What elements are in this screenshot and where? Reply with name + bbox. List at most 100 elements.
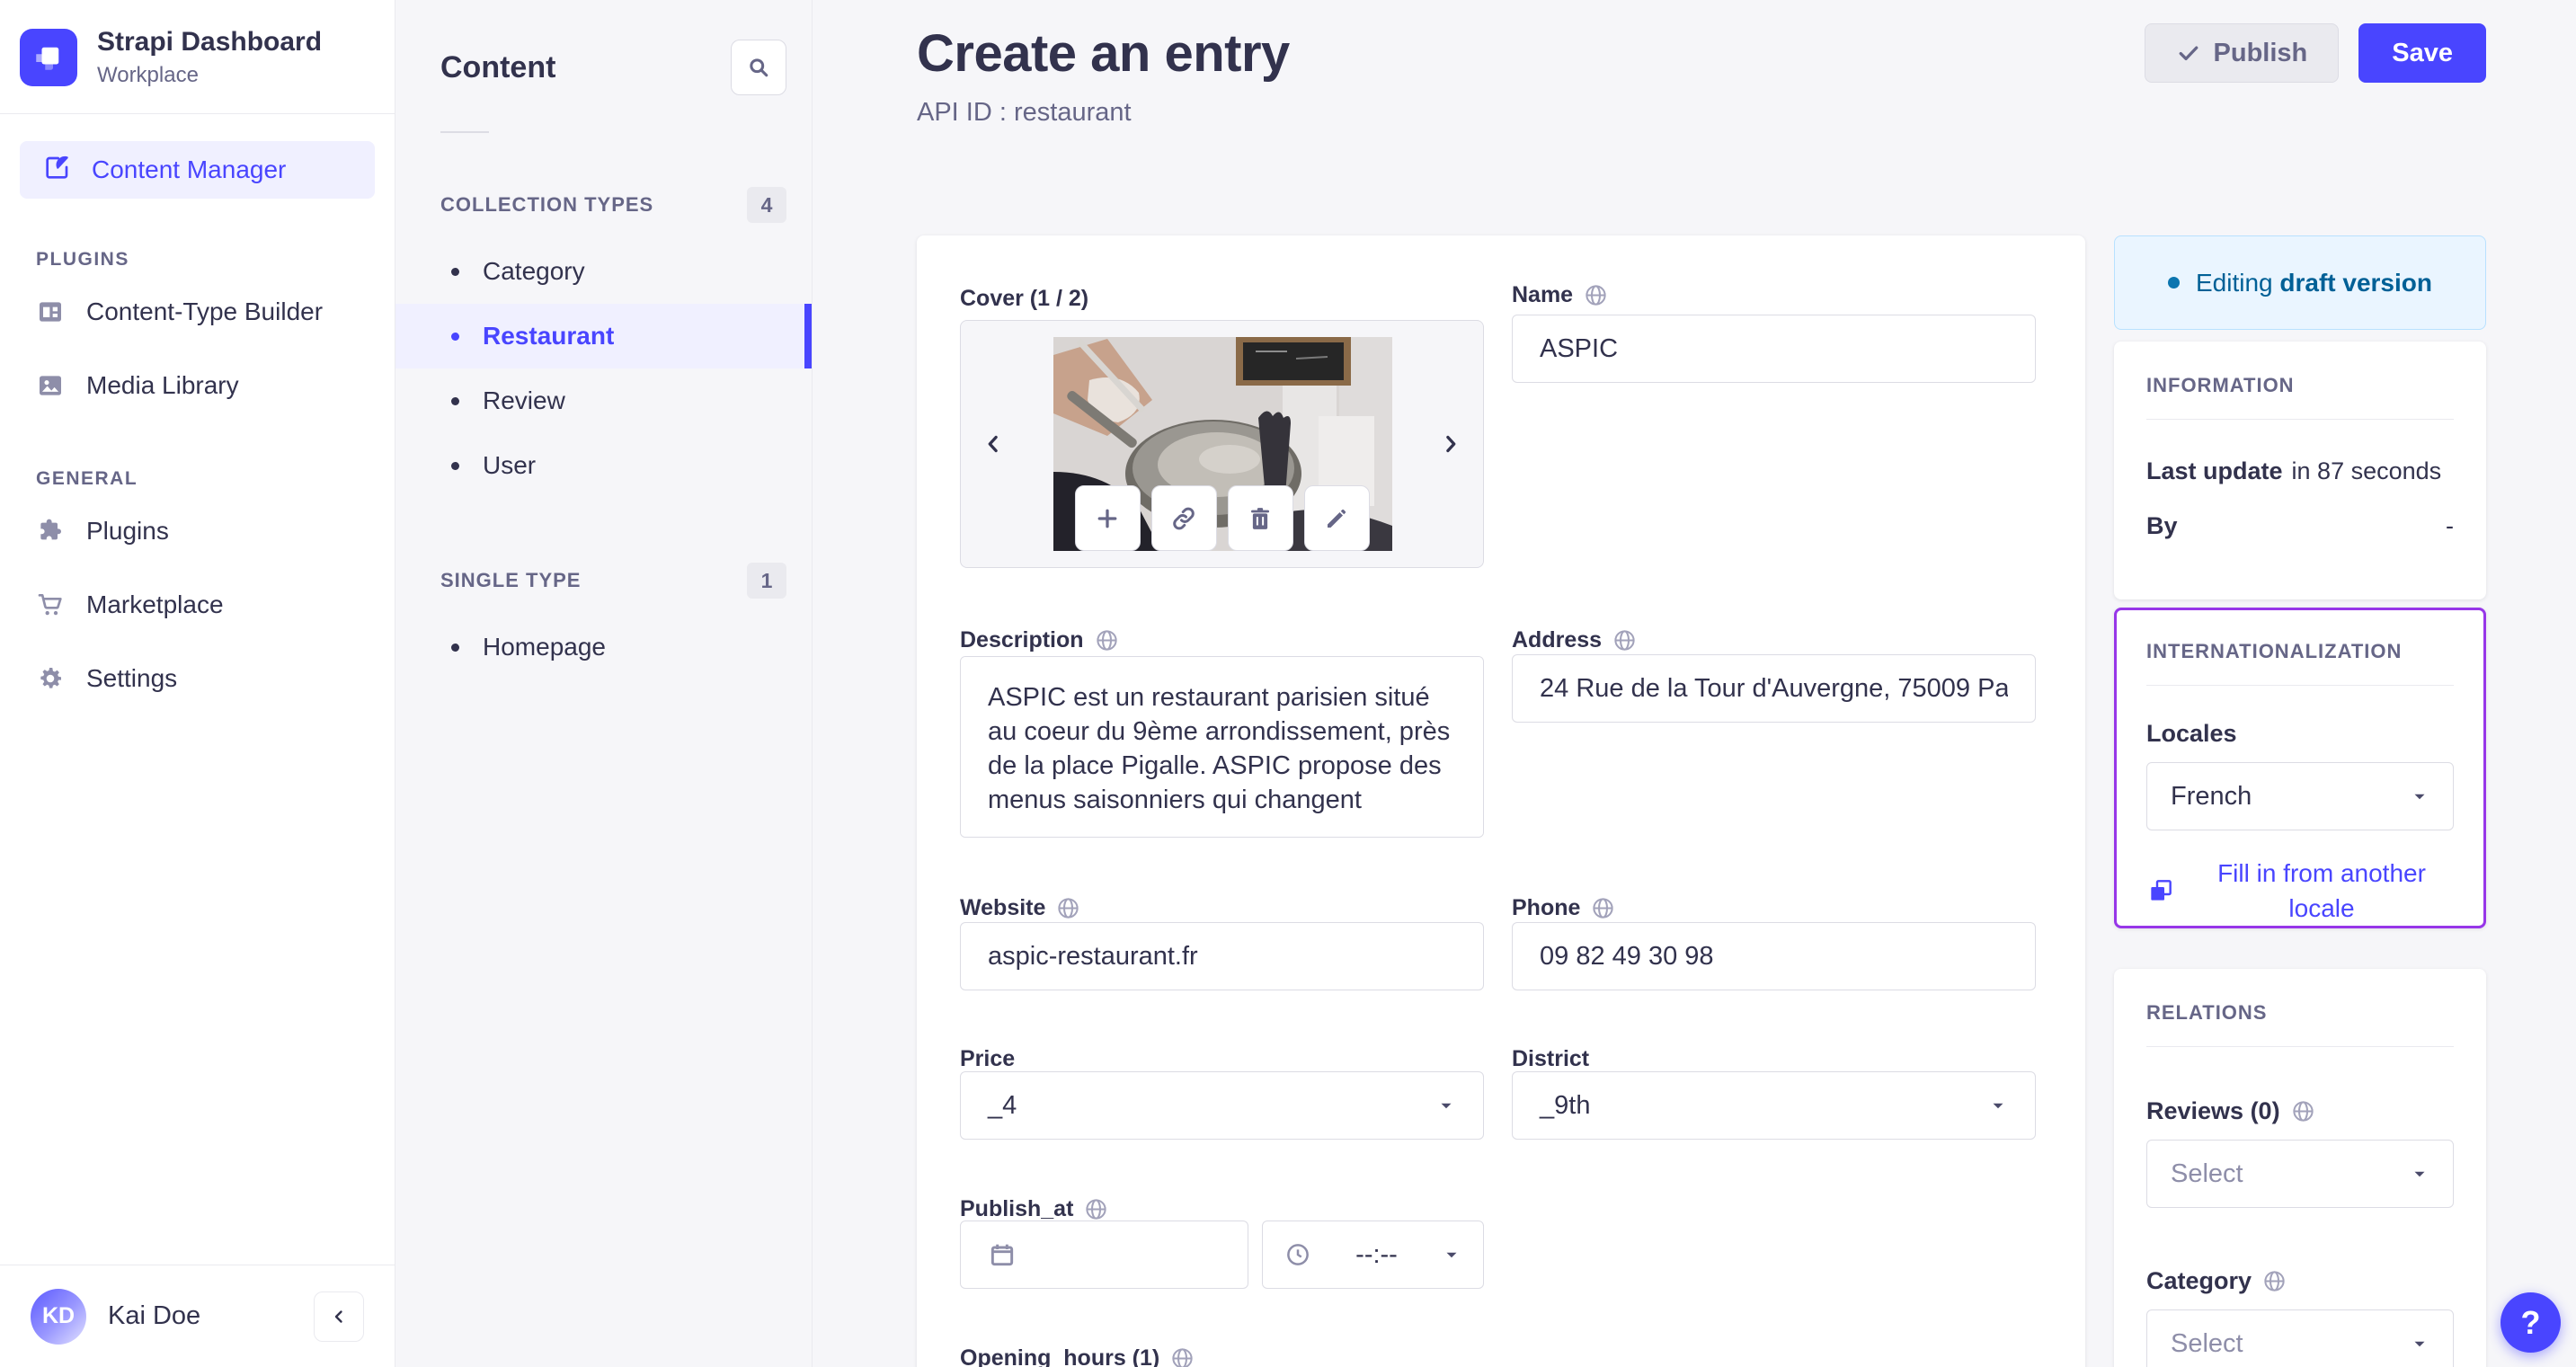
description-label: Description: [960, 627, 1119, 653]
bullet-icon: [451, 332, 459, 341]
category-label: Category: [2146, 1267, 2454, 1295]
information-card: INFORMATION Last update in 87 seconds By…: [2114, 342, 2486, 599]
list-item-label: Homepage: [483, 633, 606, 661]
reviews-select[interactable]: Select: [2146, 1140, 2454, 1208]
fill-from-locale-link[interactable]: Fill in from another locale: [2146, 856, 2454, 926]
sidebar-item-label: Content Manager: [92, 155, 287, 183]
sidebar-item-category[interactable]: Category: [395, 239, 812, 304]
help-button[interactable]: ?: [2500, 1292, 2561, 1353]
add-asset-button[interactable]: [1074, 485, 1141, 551]
page-title: Create an entry: [917, 24, 1290, 83]
publish-at-time-field[interactable]: --:--: [1262, 1221, 1484, 1289]
workspace-switcher[interactable]: Strapi Dashboard Workplace: [0, 0, 395, 114]
time-placeholder: --:--: [1355, 1239, 1398, 1269]
sidebar-item-content-manager[interactable]: Content Manager: [20, 141, 375, 199]
asset-actions: [1074, 485, 1370, 551]
save-button[interactable]: Save: [2358, 23, 2486, 83]
name-field[interactable]: [1512, 315, 2036, 383]
list-item-label: User: [483, 451, 537, 479]
carousel-previous-button[interactable]: [973, 424, 1013, 464]
divider: [440, 131, 489, 133]
page-header: Create an entry API ID : restaurant: [917, 23, 1290, 128]
main-sidebar: Strapi Dashboard Workplace Content Manag…: [0, 0, 395, 1367]
gear-icon: [36, 664, 65, 693]
sidebar-footer: KD Kai Doe: [0, 1265, 395, 1367]
plus-icon: [1097, 509, 1117, 528]
workspace-subtitle: Workplace: [97, 63, 199, 87]
header-actions: Publish Save: [2144, 23, 2486, 83]
chevron-down-icon: [1988, 1096, 2008, 1115]
image-icon: [36, 371, 65, 400]
sidebar-item-content-type-builder[interactable]: Content-Type Builder: [0, 280, 395, 344]
sidebar-item-media-library[interactable]: Media Library: [0, 353, 395, 418]
delete-asset-button[interactable]: [1227, 485, 1293, 551]
layout-icon: [36, 297, 65, 326]
price-select[interactable]: _4: [960, 1071, 1484, 1140]
website-field[interactable]: [960, 922, 1484, 990]
copy-link-button[interactable]: [1150, 485, 1217, 551]
entry-form-card: Cover (1 / 2) Name ASPIC Description ASP…: [917, 235, 2085, 1367]
globe-icon: [1584, 283, 1608, 307]
globe-icon: [1612, 628, 1637, 652]
reviews-label: Reviews (0): [2146, 1097, 2454, 1125]
chevron-right-icon: [1446, 435, 1456, 453]
chevron-down-icon: [1442, 1245, 1461, 1265]
user-avatar[interactable]: KD: [31, 1288, 86, 1345]
collapse-sidebar-button[interactable]: [314, 1291, 364, 1342]
publish-at-date-field[interactable]: [960, 1221, 1248, 1289]
list-item-label: Category: [483, 257, 585, 285]
list-item-label: Review: [483, 386, 565, 414]
bullet-icon: [451, 643, 459, 652]
link-icon: [1173, 507, 1195, 529]
cover-carousel: [960, 320, 1484, 568]
phone-field[interactable]: [1512, 922, 2036, 990]
sidebar-item-review[interactable]: Review: [395, 368, 812, 433]
bullet-icon: [451, 396, 459, 405]
sidebar-item-settings[interactable]: Settings: [0, 646, 395, 711]
chevron-down-icon: [2410, 1164, 2429, 1184]
carousel-next-button[interactable]: [1431, 424, 1470, 464]
sidebar-item-marketplace[interactable]: Marketplace: [0, 573, 395, 637]
collection-types-label: COLLECTION TYPES: [440, 193, 654, 216]
strapi-logo-icon: [20, 29, 77, 86]
search-button[interactable]: [731, 40, 786, 95]
internationalization-card: INTERNATIONALIZATION Locales French Fill…: [2114, 608, 2486, 928]
nav-section-general: GENERAL: [36, 468, 138, 489]
puzzle-icon: [36, 517, 65, 546]
publish-button[interactable]: Publish: [2144, 23, 2340, 83]
sidebar-item-homepage[interactable]: Homepage: [395, 615, 812, 679]
status-dot-icon: [2167, 277, 2180, 288]
sidebar-item-user[interactable]: User: [395, 433, 812, 498]
locale-select[interactable]: French: [2146, 762, 2454, 830]
relations-title: RELATIONS: [2146, 1001, 2268, 1024]
globe-icon: [1056, 896, 1080, 920]
collection-types-list: Category Restaurant Review User: [395, 239, 812, 498]
edit-asset-button[interactable]: [1303, 485, 1370, 551]
sidebar-item-label: Content-Type Builder: [86, 297, 324, 325]
opening-hours-label: Opening_hours (1): [960, 1345, 1195, 1367]
category-select[interactable]: Select: [2146, 1309, 2454, 1367]
district-select[interactable]: _9th: [1512, 1071, 2036, 1140]
phone-label: Phone: [1512, 895, 1615, 921]
by-row: By -: [2146, 512, 2454, 539]
cover-label: Cover (1 / 2): [960, 286, 1089, 311]
search-icon: [750, 58, 768, 77]
description-field[interactable]: ASPIC est un restaurant parisien situé a…: [960, 656, 1484, 838]
website-label: Website: [960, 895, 1080, 921]
clock-icon: [1284, 1241, 1311, 1268]
globe-icon: [1095, 628, 1119, 652]
sidebar-item-label: Plugins: [86, 517, 169, 545]
locales-label: Locales: [2146, 720, 2237, 747]
single-type-list: Homepage: [395, 615, 812, 679]
content-manager-icon: [43, 153, 72, 188]
sidebar-item-plugins[interactable]: Plugins: [0, 499, 395, 564]
nav-section-plugins: PLUGINS: [36, 249, 129, 270]
name-label: Name: [1512, 282, 1608, 308]
address-label: Address: [1512, 627, 1637, 653]
divider: [2146, 1046, 2454, 1047]
collection-types-count: 4: [747, 187, 786, 223]
sidebar-item-restaurant[interactable]: Restaurant: [395, 304, 812, 368]
sidebar-item-label: Marketplace: [86, 590, 224, 618]
address-field[interactable]: [1512, 654, 2036, 723]
bullet-icon: [451, 461, 459, 470]
